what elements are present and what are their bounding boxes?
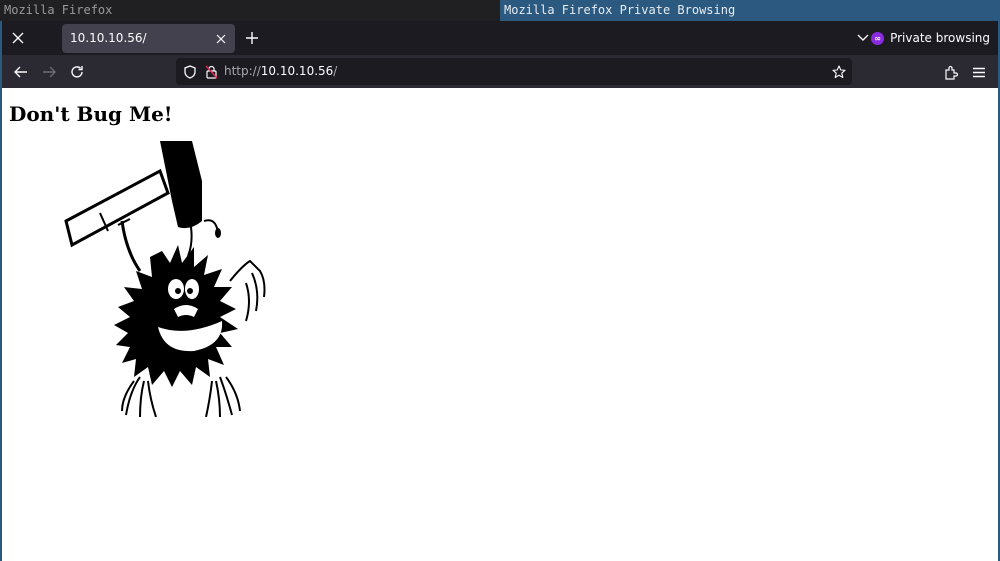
page-heading: Don't Bug Me! [9,102,173,126]
tab-title: 10.10.10.56/ [70,31,147,45]
close-icon[interactable] [8,29,28,47]
reload-icon[interactable] [67,62,87,82]
navigation-toolbar: http://10.10.10.56/ [2,55,998,88]
shield-icon[interactable] [182,63,198,80]
puzzle-icon[interactable] [941,62,961,82]
page-content: Don't Bug Me! [2,88,998,561]
hamburger-menu-icon[interactable] [969,62,989,82]
url-bar[interactable]: http://10.10.10.56/ [176,58,852,85]
taskbar-item-firefox-private[interactable]: Mozilla Firefox Private Browsing [500,0,1000,21]
url-scheme: http:// [224,64,261,78]
url-path: / [333,64,338,78]
insecure-lock-icon[interactable] [203,63,219,80]
private-browsing-label: Private browsing [890,31,990,45]
tab-active[interactable]: 10.10.10.56/ [62,24,235,53]
url-text[interactable]: http://10.10.10.56/ [224,58,337,85]
plus-icon[interactable] [242,29,262,47]
private-browsing-indicator: ∞ Private browsing [871,21,990,55]
bug-hammer-image [64,141,266,417]
url-host: 10.10.10.56 [260,64,334,78]
star-icon[interactable] [830,63,848,80]
private-mask-icon: ∞ [871,31,885,45]
chevron-down-icon[interactable] [854,29,872,47]
tab-close-icon[interactable] [213,31,229,47]
arrow-right-icon[interactable] [39,62,59,82]
browser-window: 10.10.10.56/ ∞ Private browsing http://1… [0,21,1000,561]
tab-strip: 10.10.10.56/ ∞ Private browsing [2,21,998,55]
arrow-left-icon[interactable] [11,62,31,82]
window-manager-taskbar: Mozilla Firefox Mozilla Firefox Private … [0,0,1000,21]
taskbar-item-firefox[interactable]: Mozilla Firefox [0,0,500,21]
